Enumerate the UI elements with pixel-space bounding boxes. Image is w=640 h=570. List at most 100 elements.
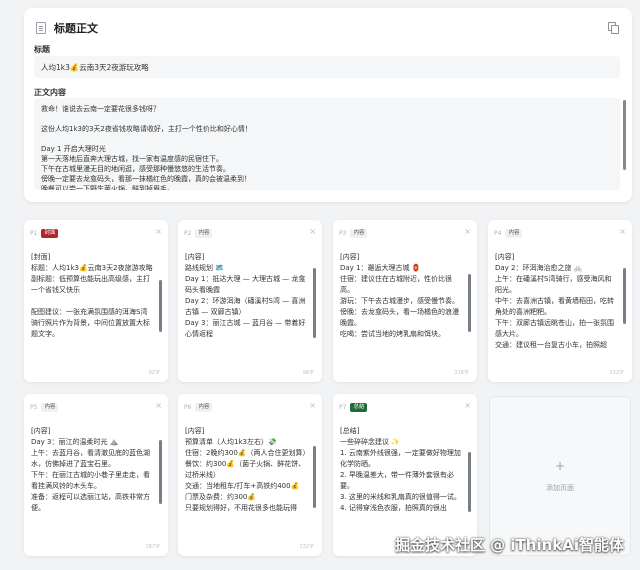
page-number: P6 xyxy=(184,403,192,411)
card-line: [内容] xyxy=(185,427,205,435)
content-line xyxy=(41,134,613,144)
word-count: 216字 xyxy=(454,370,469,376)
content-line: 傍晚一定要去龙龛码头，看那一抹橘红色的晚霞，真的会被温柔到！ xyxy=(41,175,251,183)
card-line: 门票及杂费：约300💰 xyxy=(185,493,257,501)
page-type-tag: 总结 xyxy=(350,402,368,412)
card-scrollbar[interactable] xyxy=(313,260,316,356)
card-text[interactable]: [封面] 标题：人均1k3💰云南3天2夜旅游攻略 副标题：低预算也能玩出高级感，主打… xyxy=(31,252,153,366)
page-type-tag: 内容 xyxy=(195,402,213,412)
card-line: 4. 记得穿浅色衣服，拍照真的很出 xyxy=(340,504,447,512)
page-number: P1 xyxy=(30,229,38,237)
card-text[interactable]: [内容] Day 3：丽江的温柔时光 ⛰️ 上午：去蓝月谷，看清澈见底的蓝色湖水，仿… xyxy=(31,426,153,540)
page-number: P5 xyxy=(30,403,38,411)
card-line: [内容] xyxy=(340,253,360,261)
card-line: [内容] xyxy=(185,253,205,261)
card-line: [内容] xyxy=(495,253,515,261)
card-line: 傍晚：去龙龛码头，看一场橘色的浪漫晚霞。 xyxy=(340,308,459,327)
content-scrollbar[interactable] xyxy=(623,100,626,186)
card-scrollbar[interactable] xyxy=(623,260,626,356)
word-count: 187字 xyxy=(145,544,160,550)
add-page-label: 添加页面 xyxy=(546,484,574,492)
page-card[interactable]: P7 总结 × [总结] 一些碎碎念建议 ✨ 1. 云南紫外线很强，一定要做好物理加化学防… xyxy=(333,394,477,556)
card-line: 预算清单（人均1k3左右）💸 xyxy=(185,438,277,446)
page-card[interactable]: P1 封面 × [封面] 标题：人均1k3💰云南3天2夜旅游攻略 副标题：低预算也能玩出高… xyxy=(24,220,168,382)
card-line: 游玩：下午去古城漫步，感受慢节奏。 xyxy=(340,297,459,305)
card-line: 副标题：低预算也能玩出高级感，主打一个省钱又快乐 xyxy=(31,275,150,294)
word-count: 232字 xyxy=(299,544,314,550)
card-line: 1. 云南紫外线很强，一定要做好物理加化学防晒。 xyxy=(340,449,461,468)
close-icon[interactable]: × xyxy=(619,227,626,237)
page-number: P3 xyxy=(339,229,347,237)
content-field-label: 正文内容 xyxy=(34,88,66,97)
card-line: 路线规划 🗺️ xyxy=(185,264,224,272)
card-header: P1 封面 × xyxy=(30,227,162,239)
card-line: 交通：建议租一台复古小车，拍照超 xyxy=(495,341,607,349)
card-header: P6 内容 × xyxy=(184,401,316,413)
page-number: P2 xyxy=(184,229,192,237)
card-line: Day 3：丽江的温柔时光 ⛰️ xyxy=(31,438,119,446)
card-text[interactable]: [内容] Day 2：环洱海治愈之旅 🚲 上午：在磻溪村S湾骑行，感受海风和阳光。中… xyxy=(495,252,617,366)
content-line: 救命！谁说去云南一定要花很多钱呀？ xyxy=(41,105,160,113)
card-text[interactable]: [内容] 路线规划 🗺️ Day 1：抵达大理 — 大理古城 — 龙龛码头看晚霞 Da… xyxy=(185,252,307,366)
watermark: 掘金技术社区 @ iThinkAi智能体 xyxy=(394,536,624,554)
card-text[interactable]: [内容] 预算清单（人均1k3左右）💸 住宿：2晚约300💰（两人合住更划算） 餐饮：… xyxy=(185,426,307,540)
card-header: P7 总结 × xyxy=(339,401,471,413)
page-card[interactable]: P2 内容 × [内容] 路线规划 🗺️ Day 1：抵达大理 — 大理古城 — 龙龛码头… xyxy=(178,220,322,382)
close-icon[interactable]: × xyxy=(155,401,162,411)
card-line: 餐饮：约300💰（菌子火锅、鲜花饼、过桥米线） xyxy=(185,460,306,479)
word-count: 232字 xyxy=(609,370,624,376)
card-line: 中午：去喜洲古镇，看黄墙稻田，吃转角处的喜洲粑粑。 xyxy=(495,297,614,316)
page-type-tag: 内容 xyxy=(195,228,213,238)
copy-icon[interactable] xyxy=(608,22,619,34)
close-icon[interactable]: × xyxy=(464,227,471,237)
card-header: P3 内容 × xyxy=(339,227,471,239)
document-icon xyxy=(36,22,46,34)
card-header: P4 内容 × xyxy=(494,227,626,239)
close-icon[interactable]: × xyxy=(309,401,316,411)
content-line: 晚餐可以尝一下野生菌火锅，鲜到掉眉毛。 xyxy=(41,185,174,190)
card-line: 只要规划得好，不用花很多也能玩得 xyxy=(185,504,297,512)
card-scrollbar[interactable] xyxy=(468,260,471,356)
card-text[interactable]: [总结] 一些碎碎念建议 ✨ 1. 云南紫外线很强，一定要做好物理加化学防晒。 2. … xyxy=(340,426,462,540)
page-card[interactable]: P6 内容 × [内容] 预算清单（人均1k3左右）💸 住宿：2晚约300💰（两人合住更划… xyxy=(178,394,322,556)
word-count: 98字 xyxy=(302,370,314,376)
close-icon[interactable]: × xyxy=(155,227,162,237)
add-page-button[interactable]: + 添加页面 xyxy=(489,396,631,556)
card-line: 标题：人均1k3💰云南3天2夜旅游攻略 xyxy=(31,264,153,272)
card-line: Day 3：丽江古城 — 蓝月谷 — 带着好心情返程 xyxy=(185,319,306,338)
editor-header: 标题正文 xyxy=(36,18,620,38)
page-card[interactable]: P4 内容 × [内容] Day 2：环洱海治愈之旅 🚲 上午：在磻溪村S湾骑行，感受海风… xyxy=(488,220,632,382)
plus-icon: + xyxy=(554,459,566,473)
close-icon[interactable]: × xyxy=(464,401,471,411)
card-line: [总结] xyxy=(340,427,360,435)
card-line: 准备：返程可以选丽江站，高铁非常方便。 xyxy=(31,493,150,512)
page-card[interactable]: P5 内容 × [内容] Day 3：丽江的温柔时光 ⛰️ 上午：去蓝月谷，看清澈见底的蓝… xyxy=(24,394,168,556)
card-line: 住宿：建议住在古城附近，性价比很高。 xyxy=(340,275,452,294)
page-type-tag: 内容 xyxy=(41,402,59,412)
card-line: Day 2：环洱海治愈之旅 🚲 xyxy=(495,264,583,272)
page-card[interactable]: P3 内容 × [内容] Day 1：邂逅大理古城 🏮 住宿：建议住在古城附近，性价比很高… xyxy=(333,220,477,382)
page-type-tag: 封面 xyxy=(41,228,59,238)
card-line: 住宿：2晚约300💰（两人合住更划算） xyxy=(185,449,307,457)
word-count: 92字 xyxy=(148,370,160,376)
content-line: 第一天落地后直奔大理古城，找一家有温度感的民宿住下。 xyxy=(41,155,223,163)
card-line: 2. 早晚温差大，带一件薄外套很有必要。 xyxy=(340,471,454,490)
card-scrollbar[interactable] xyxy=(159,260,162,356)
card-line: 一些碎碎念建议 ✨ xyxy=(340,438,400,446)
card-line: 上午：在磻溪村S湾骑行，感受海风和阳光。 xyxy=(495,275,612,294)
card-scrollbar[interactable] xyxy=(313,434,316,530)
title-field-label: 标题 xyxy=(34,45,50,54)
card-line: 交通：当地租车/打车+高铁约400💰 xyxy=(185,482,300,490)
content-line xyxy=(41,114,613,124)
card-text[interactable]: [内容] Day 1：邂逅大理古城 🏮 住宿：建议住在古城附近，性价比很高。 游玩：下… xyxy=(340,252,462,366)
content-textarea[interactable]: 救命！谁说去云南一定要花很多钱呀？ 这份人均1k3的3天2夜省钱攻略请收好，主打一… xyxy=(34,98,620,190)
card-line: 下午：在丽江古城的小巷子里走走，看看挂满风铃的木头车。 xyxy=(31,471,150,490)
close-icon[interactable]: × xyxy=(309,227,316,237)
card-line xyxy=(31,296,153,307)
title-input[interactable] xyxy=(34,56,620,78)
card-scrollbar[interactable] xyxy=(159,434,162,530)
card-line: 配图建议：一张充满氛围感的洱海S湾骑行照片作为背景，中间位置放置大标题文字。 xyxy=(31,308,150,338)
card-header: P2 内容 × xyxy=(184,227,316,239)
card-header: P5 内容 × xyxy=(30,401,162,413)
card-scrollbar[interactable] xyxy=(468,434,471,530)
